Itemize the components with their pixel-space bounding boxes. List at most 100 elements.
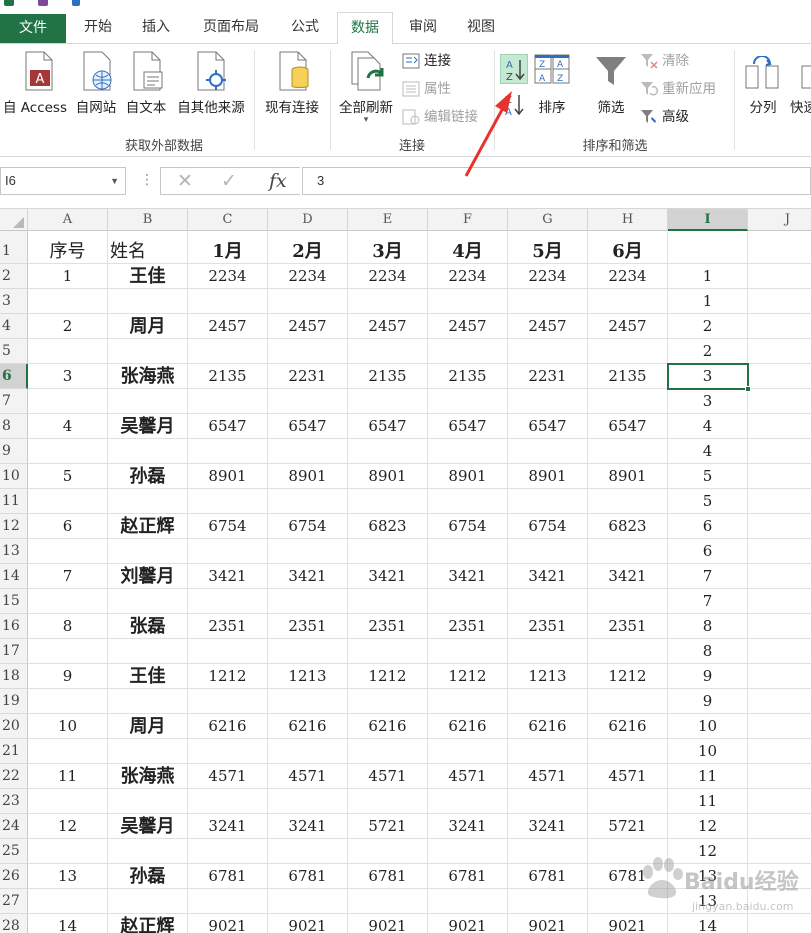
cell-e8[interactable]: 6547 xyxy=(348,414,428,439)
cell-h9[interactable] xyxy=(588,439,668,464)
cell-j23[interactable] xyxy=(748,789,811,814)
cell-a23[interactable] xyxy=(28,789,108,814)
cell-h28[interactable]: 9021 xyxy=(588,914,668,933)
cell-j14[interactable] xyxy=(748,564,811,589)
cell-j16[interactable] xyxy=(748,614,811,639)
existing-connections-button[interactable]: 现有连接 xyxy=(258,48,326,136)
cell-b11[interactable] xyxy=(108,489,188,514)
cell-d14[interactable]: 3421 xyxy=(268,564,348,589)
row-header-28[interactable]: 28 xyxy=(0,914,28,933)
cell-d24[interactable]: 3241 xyxy=(268,814,348,839)
tab-review[interactable]: 审阅 xyxy=(398,12,448,44)
cell-e17[interactable] xyxy=(348,639,428,664)
cell-g26[interactable]: 6781 xyxy=(508,864,588,889)
cell-h3[interactable] xyxy=(588,289,668,314)
cell-c21[interactable] xyxy=(188,739,268,764)
cell-b13[interactable] xyxy=(108,539,188,564)
tab-page-layout[interactable]: 页面布局 xyxy=(192,12,270,44)
cell-j21[interactable] xyxy=(748,739,811,764)
cell-e6[interactable]: 2135 xyxy=(348,364,428,389)
cell-e22[interactable]: 4571 xyxy=(348,764,428,789)
cell-h11[interactable] xyxy=(588,489,668,514)
cell-g11[interactable] xyxy=(508,489,588,514)
cell-i14[interactable]: 7 xyxy=(668,564,748,589)
cell-a16[interactable]: 8 xyxy=(28,614,108,639)
cell-f12[interactable]: 6754 xyxy=(428,514,508,539)
cell-i6[interactable]: 3 xyxy=(668,364,748,389)
cell-b6[interactable]: 张海燕 xyxy=(108,364,188,389)
chevron-down-icon[interactable]: ▼ xyxy=(110,168,119,194)
cell-h24[interactable]: 5721 xyxy=(588,814,668,839)
from-text-button[interactable]: 自文本 xyxy=(122,48,170,136)
cell-f20[interactable]: 6216 xyxy=(428,714,508,739)
cell-i8[interactable]: 4 xyxy=(668,414,748,439)
cell-a15[interactable] xyxy=(28,589,108,614)
cell-a5[interactable] xyxy=(28,339,108,364)
cell-f28[interactable]: 9021 xyxy=(428,914,508,933)
cell-h26[interactable]: 6781 xyxy=(588,864,668,889)
cell-b26[interactable]: 孙磊 xyxy=(108,864,188,889)
cell-j22[interactable] xyxy=(748,764,811,789)
cell-c3[interactable] xyxy=(188,289,268,314)
cell-d4[interactable]: 2457 xyxy=(268,314,348,339)
cell-f21[interactable] xyxy=(428,739,508,764)
cell-f2[interactable]: 2234 xyxy=(428,264,508,289)
cell-d15[interactable] xyxy=(268,589,348,614)
cell-c12[interactable]: 6754 xyxy=(188,514,268,539)
sort-ascending-button[interactable]: AZ xyxy=(500,54,528,84)
flash-fill-button[interactable]: 快速 xyxy=(788,48,811,136)
cell-c5[interactable] xyxy=(188,339,268,364)
cell-d19[interactable] xyxy=(268,689,348,714)
name-box[interactable]: I6 ▼ xyxy=(0,167,126,195)
sort-button[interactable]: ZAAZ 排序 xyxy=(530,48,574,136)
cell-j28[interactable] xyxy=(748,914,811,933)
cell-c25[interactable] xyxy=(188,839,268,864)
tab-data[interactable]: 数据 xyxy=(337,12,393,45)
cell-f19[interactable] xyxy=(428,689,508,714)
cell-g5[interactable] xyxy=(508,339,588,364)
cell-f8[interactable]: 6547 xyxy=(428,414,508,439)
cell-e13[interactable] xyxy=(348,539,428,564)
column-header-e[interactable]: E xyxy=(348,209,428,231)
cell-j12[interactable] xyxy=(748,514,811,539)
cell-e26[interactable]: 6781 xyxy=(348,864,428,889)
cell-e1[interactable]: 3月 xyxy=(348,231,428,264)
cell-g21[interactable] xyxy=(508,739,588,764)
cell-i24[interactable]: 12 xyxy=(668,814,748,839)
cell-f17[interactable] xyxy=(428,639,508,664)
cell-b28[interactable]: 赵正辉 xyxy=(108,914,188,933)
cell-c15[interactable] xyxy=(188,589,268,614)
cell-b15[interactable] xyxy=(108,589,188,614)
cell-j7[interactable] xyxy=(748,389,811,414)
cell-a27[interactable] xyxy=(28,889,108,914)
cell-b14[interactable]: 刘馨月 xyxy=(108,564,188,589)
cell-b7[interactable] xyxy=(108,389,188,414)
cell-b8[interactable]: 吴馨月 xyxy=(108,414,188,439)
cell-a8[interactable]: 4 xyxy=(28,414,108,439)
cell-a19[interactable] xyxy=(28,689,108,714)
cell-h10[interactable]: 8901 xyxy=(588,464,668,489)
cell-d10[interactable]: 8901 xyxy=(268,464,348,489)
cell-h20[interactable]: 6216 xyxy=(588,714,668,739)
cell-b25[interactable] xyxy=(108,839,188,864)
cell-c8[interactable]: 6547 xyxy=(188,414,268,439)
column-header-g[interactable]: G xyxy=(508,209,588,231)
from-other-sources-button[interactable]: 自其他来源 xyxy=(172,48,250,136)
cell-c24[interactable]: 3241 xyxy=(188,814,268,839)
formula-input[interactable]: 3 xyxy=(302,167,811,195)
column-header-j[interactable]: J xyxy=(748,209,811,231)
cell-c11[interactable] xyxy=(188,489,268,514)
cell-f14[interactable]: 3421 xyxy=(428,564,508,589)
row-header-15[interactable]: 15 xyxy=(0,589,28,614)
row-header-8[interactable]: 8 xyxy=(0,414,28,439)
cell-g22[interactable]: 4571 xyxy=(508,764,588,789)
cell-a3[interactable] xyxy=(28,289,108,314)
cell-f3[interactable] xyxy=(428,289,508,314)
cell-h1[interactable]: 6月 xyxy=(588,231,668,264)
cell-d23[interactable] xyxy=(268,789,348,814)
cell-d5[interactable] xyxy=(268,339,348,364)
cell-i23[interactable]: 11 xyxy=(668,789,748,814)
column-header-a[interactable]: A xyxy=(28,209,108,231)
cell-j2[interactable] xyxy=(748,264,811,289)
cell-h4[interactable]: 2457 xyxy=(588,314,668,339)
